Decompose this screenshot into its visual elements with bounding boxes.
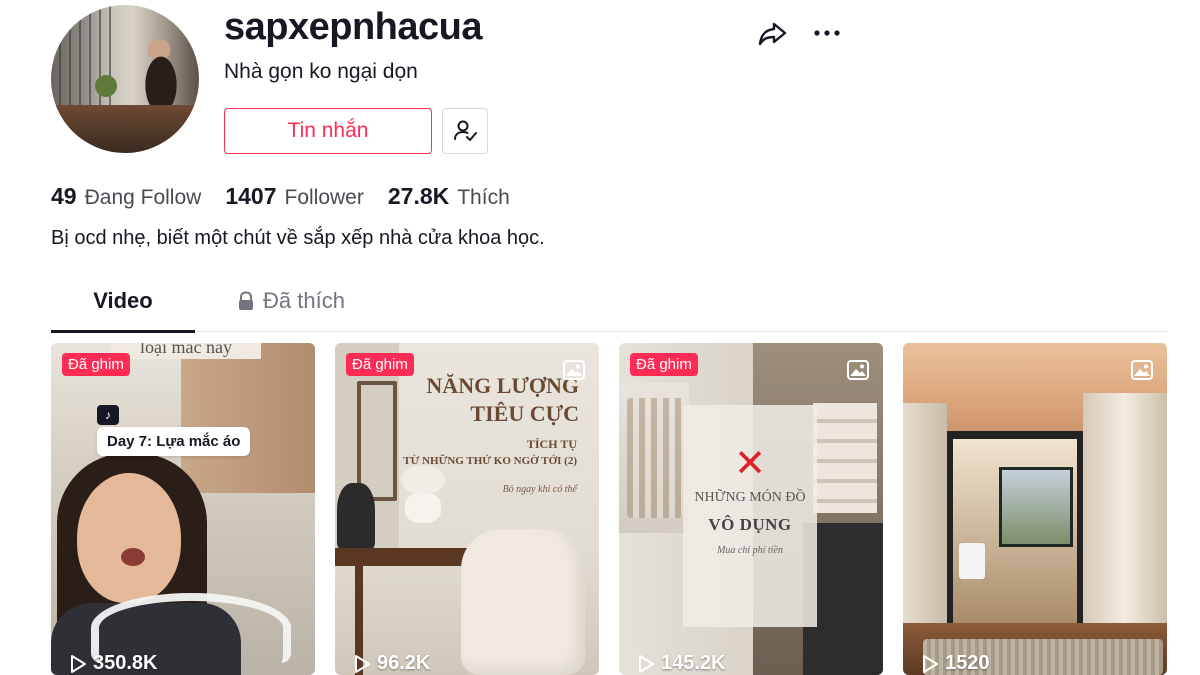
x-mark-icon: ✕ bbox=[734, 443, 766, 485]
view-count-value: 96.2K bbox=[377, 652, 431, 674]
photo-icon bbox=[1131, 360, 1153, 380]
user-check-icon bbox=[454, 120, 477, 141]
video-card[interactable]: NĂNG LƯỢNG TIÊU CỰC TÍCH TỤ TỪ NHỮNG THỨ… bbox=[335, 343, 599, 675]
tab-video-label: Video bbox=[93, 288, 153, 313]
view-count: 1520 bbox=[921, 652, 990, 675]
thumb-vase bbox=[337, 483, 375, 549]
tab-video[interactable]: Video bbox=[51, 288, 195, 333]
pinned-badge: Đã ghim bbox=[62, 353, 130, 376]
thumb-chair bbox=[461, 529, 585, 675]
tab-liked[interactable]: Đã thích bbox=[237, 288, 345, 332]
thumb-wardrobe bbox=[181, 343, 315, 493]
lock-icon bbox=[239, 291, 253, 310]
photo-icon bbox=[563, 360, 585, 380]
thumb-sub-line2: TỪ NHỮNG THỨ KO NGỜ TỚI (2) bbox=[403, 455, 577, 467]
profile-bio: Bị ocd nhẹ, biết một chút về sắp xếp nhà… bbox=[51, 227, 545, 249]
play-icon bbox=[923, 654, 938, 673]
following-count: 49 bbox=[51, 183, 77, 209]
play-icon bbox=[355, 654, 370, 673]
profile-tabs: Video Đã thích bbox=[51, 288, 1168, 333]
likes-label: Thích bbox=[457, 186, 510, 209]
avatar-table bbox=[51, 105, 199, 153]
thumb-caption: Day 7: Lựa mắc áo bbox=[97, 427, 251, 456]
view-count-value: 350.8K bbox=[93, 652, 158, 674]
thumb-overlay-line2: VÔ DỤNG bbox=[708, 515, 792, 534]
thumb-title-line2: TIÊU CỰC bbox=[470, 401, 579, 426]
following-stat[interactable]: 49 Đang Follow bbox=[51, 183, 201, 210]
followers-count: 1407 bbox=[225, 183, 277, 209]
thumb-washer bbox=[959, 543, 985, 579]
thumb-towels bbox=[813, 403, 877, 513]
thumb-lamp-base bbox=[405, 493, 441, 523]
video-card[interactable]: 1520 bbox=[903, 343, 1167, 675]
thumb-window bbox=[999, 467, 1073, 547]
thumb-top-text: loại mắc này bbox=[111, 343, 261, 359]
view-count: 145.2K bbox=[637, 652, 726, 675]
more-dots-icon bbox=[814, 30, 840, 36]
username: sapxepnhacua bbox=[224, 6, 483, 48]
thumb-sub-line3: Bỏ ngay khi có thể bbox=[502, 484, 577, 495]
thumb-lamp bbox=[401, 465, 445, 495]
following-status-button[interactable] bbox=[442, 108, 488, 154]
view-count: 96.2K bbox=[353, 652, 430, 675]
followers-stat[interactable]: 1407 Follower bbox=[225, 183, 364, 210]
thumb-person-face bbox=[77, 473, 181, 603]
thumb-bottles bbox=[627, 398, 683, 518]
message-button[interactable]: Tin nhắn bbox=[224, 108, 432, 154]
pinned-badge: Đã ghim bbox=[630, 353, 698, 376]
view-count: 350.8K bbox=[69, 652, 158, 675]
thumb-title-line1: NĂNG LƯỢNG bbox=[426, 373, 579, 398]
followers-label: Follower bbox=[284, 186, 364, 209]
share-button[interactable] bbox=[756, 16, 790, 50]
more-options-button[interactable] bbox=[810, 16, 844, 50]
video-card[interactable]: loại mắc này ♪ Day 7: Lựa mắc áo Đã ghim… bbox=[51, 343, 315, 675]
view-count-value: 1520 bbox=[945, 652, 990, 674]
share-arrow-icon bbox=[758, 22, 787, 46]
thumb-person-mouth bbox=[121, 548, 145, 566]
avatar-plant bbox=[95, 75, 117, 97]
profile-avatar[interactable] bbox=[51, 5, 199, 153]
video-card[interactable]: ✕ NHỮNG MÓN ĐỒ VÔ DỤNG Mua chỉ phí tiền … bbox=[619, 343, 883, 675]
photo-icon bbox=[847, 360, 869, 380]
play-icon bbox=[71, 654, 86, 673]
view-count-value: 145.2K bbox=[661, 652, 726, 674]
thumb-sub-line1: TÍCH TỤ bbox=[526, 437, 577, 451]
following-label: Đang Follow bbox=[84, 186, 202, 209]
profile-stats: 49 Đang Follow 1407 Follower 27.8K Thích bbox=[51, 183, 534, 210]
thumb-overlay-line1: NHỮNG MÓN ĐỒ bbox=[694, 490, 806, 505]
thumb-overlay-line3: Mua chỉ phí tiền bbox=[717, 545, 783, 556]
video-grid: loại mắc này ♪ Day 7: Lựa mắc áo Đã ghim… bbox=[51, 343, 1168, 675]
tab-liked-label: Đã thích bbox=[263, 288, 345, 313]
nickname: Nhà gọn ko ngại dọn bbox=[224, 60, 418, 83]
tiktok-logo-icon: ♪ bbox=[97, 405, 119, 425]
likes-count: 27.8K bbox=[387, 183, 450, 209]
likes-stat: 27.8K Thích bbox=[388, 183, 510, 210]
thumb-text-overlay: ✕ NHỮNG MÓN ĐỒ VÔ DỤNG Mua chỉ phí tiền bbox=[683, 405, 817, 627]
pinned-badge: Đã ghim bbox=[346, 353, 414, 376]
play-icon bbox=[639, 654, 654, 673]
